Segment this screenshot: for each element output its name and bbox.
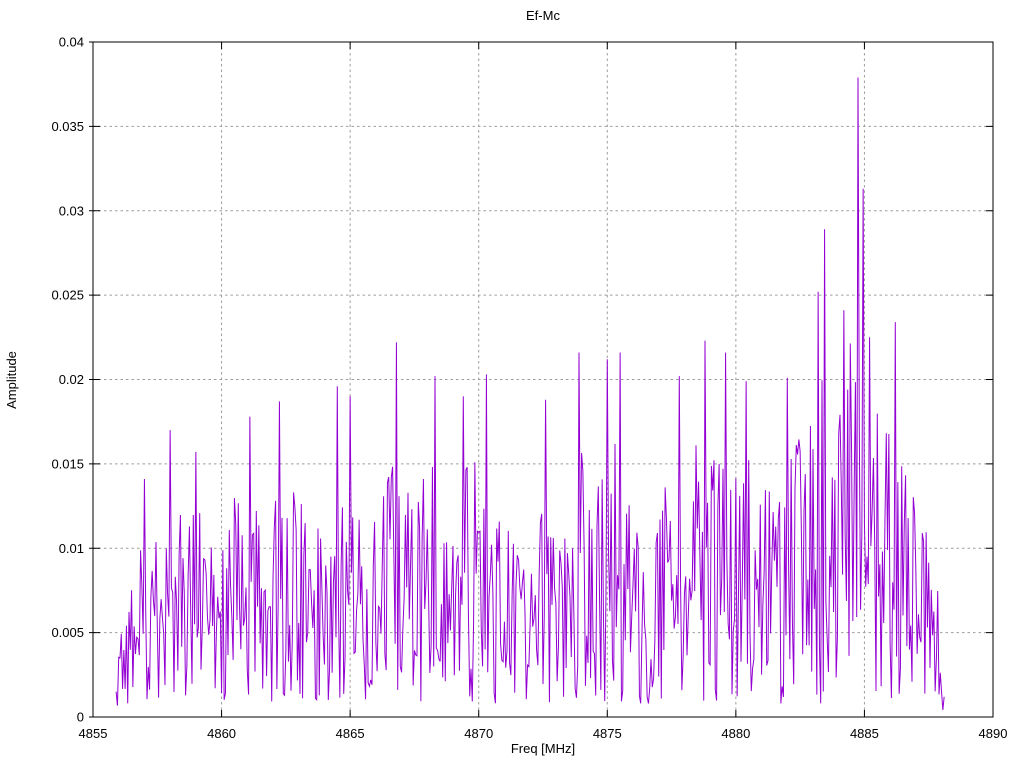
spectrum-chart: 4855 4860 4865 4870 4875 4880 4885 4890 00.0050… [4,8,1008,756]
x-tick-label: 4880 [721,726,750,741]
x-tick-label: 4865 [336,726,365,741]
ef-mc-spectrum-trace [115,77,945,710]
y-tick-label: 0.035 [51,119,84,134]
x-tick-label: 4860 [207,726,236,741]
x-axis-label: Freq [MHz] [511,741,575,756]
y-tick-label: 0.02 [59,372,84,387]
y-tick-label: 0.01 [59,541,84,556]
x-tick-labels: 4855 4860 4865 4870 4875 4880 4885 4890 [79,726,1008,741]
y-tick-label: 0.005 [51,625,84,640]
y-tick-label: 0.04 [59,35,84,50]
x-tick-label: 4870 [464,726,493,741]
x-tick-label: 4885 [850,726,879,741]
y-tick-label: 0.015 [51,456,84,471]
x-tick-label: 4875 [593,726,622,741]
y-tick-label: 0.025 [51,288,84,303]
x-tick-label: 4855 [79,726,108,741]
y-tick-labels: 0 0.005 0.01 0.015 0.02 0.025 0.03 0.035 0.04 [51,35,84,725]
y-tick-label: 0 [77,710,84,725]
series-line-ef-mc [115,77,945,710]
plot-window: 4855 4860 4865 4870 4875 4880 4885 4890 0 0.005 0… [0,0,1024,768]
chart-title: Ef-Mc [526,8,560,23]
x-tick-label: 4890 [979,726,1008,741]
y-axis-label: Amplitude [4,351,19,409]
y-tick-label: 0.03 [59,203,84,218]
